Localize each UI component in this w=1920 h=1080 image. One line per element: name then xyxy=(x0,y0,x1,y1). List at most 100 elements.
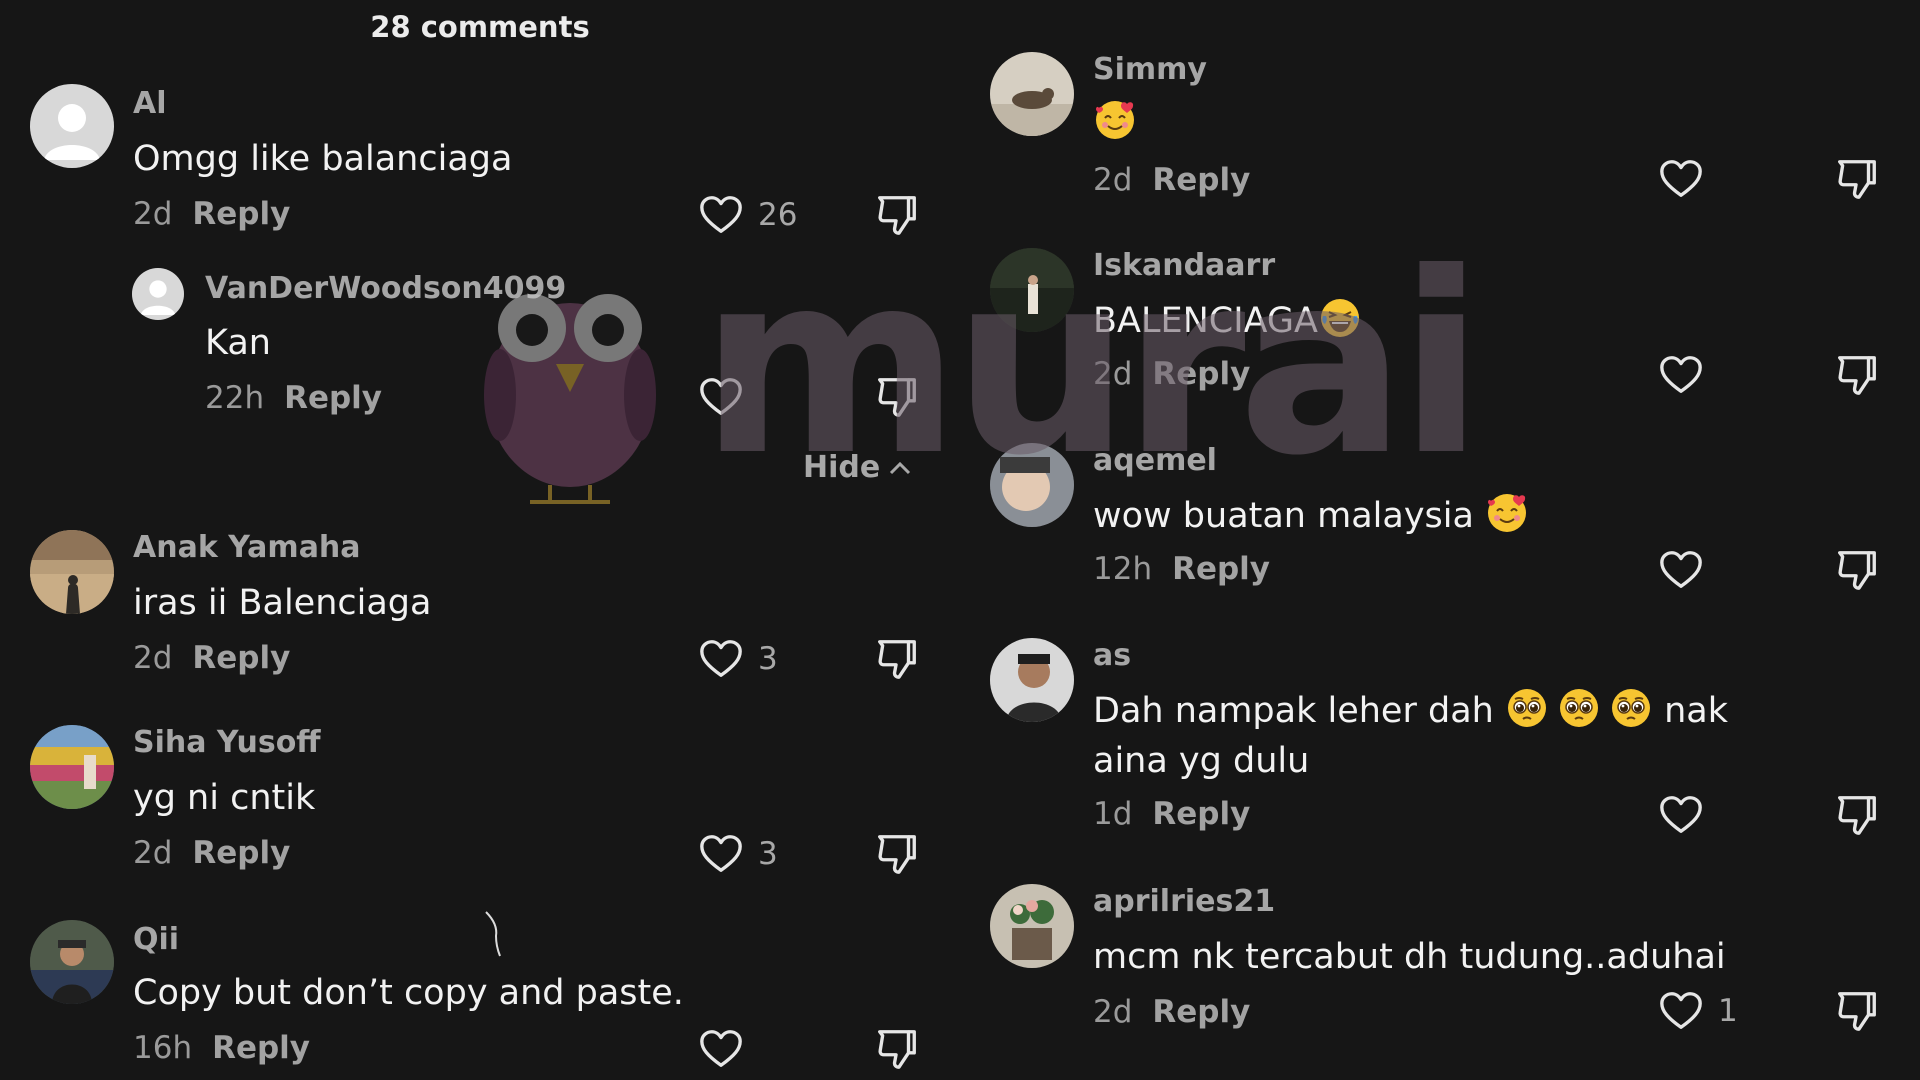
dislike-button[interactable] xyxy=(874,831,920,881)
like-button[interactable]: 3 xyxy=(698,831,778,877)
person-photo-avatar xyxy=(30,920,114,1004)
comment-meta: 2d Reply xyxy=(1093,356,1250,392)
dislike-button[interactable] xyxy=(874,1026,920,1076)
thumbs-down-icon xyxy=(1834,988,1880,1034)
like-button[interactable] xyxy=(698,1026,744,1072)
comment-username[interactable]: Simmy xyxy=(1093,52,1207,87)
comments-column-right: Simmy 2d Reply Iskandaarr BALENCIAGA 2d Re… xyxy=(960,0,1920,1080)
flowers-photo-avatar xyxy=(990,884,1074,968)
like-button[interactable] xyxy=(1658,547,1704,593)
avatar[interactable] xyxy=(30,530,114,614)
comment-text-mid: nak xyxy=(1652,691,1728,731)
comment-age: 1d xyxy=(1093,796,1133,832)
comment-username[interactable]: Siha Yusoff xyxy=(133,725,321,760)
comment-meta: 2d Reply xyxy=(133,835,290,871)
comment-text: Copy but don’t copy and paste. xyxy=(133,973,684,1013)
like-button[interactable]: 26 xyxy=(698,192,797,238)
like-button[interactable] xyxy=(1658,156,1704,202)
avatar[interactable] xyxy=(990,443,1074,527)
comment-meta: 2d Reply xyxy=(133,640,290,676)
hide-label: Hide xyxy=(803,450,881,485)
comment-age: 2d xyxy=(133,640,173,676)
face-with-tears-of-joy-icon xyxy=(1318,296,1362,340)
comment-username[interactable]: aqemel xyxy=(1093,443,1217,478)
like-button[interactable] xyxy=(698,374,744,420)
avatar[interactable] xyxy=(30,920,114,1004)
reply-button[interactable]: Reply xyxy=(192,835,290,871)
comment-meta: 22h Reply xyxy=(205,380,382,416)
avatar[interactable] xyxy=(30,725,114,809)
heart-outline-icon xyxy=(1658,352,1704,398)
comment-age: 2d xyxy=(133,835,173,871)
heart-outline-icon xyxy=(698,192,744,238)
comment-meta: 2d Reply xyxy=(1093,994,1250,1030)
comment-meta: 2d Reply xyxy=(1093,162,1250,198)
comment-text: Dah nampak leher dah nak aina yg dulu xyxy=(1093,686,1813,786)
avatar[interactable] xyxy=(30,84,114,168)
thumbs-down-icon xyxy=(1834,352,1880,398)
chevron-up-icon xyxy=(890,461,911,474)
comment-age: 2d xyxy=(1093,162,1133,198)
reply-button[interactable]: Reply xyxy=(1152,994,1250,1030)
cursor-stroke-mark xyxy=(485,911,501,957)
colorful-photo-avatar xyxy=(30,725,114,809)
dislike-button[interactable] xyxy=(1834,156,1880,206)
dislike-button[interactable] xyxy=(1834,792,1880,842)
hide-replies-button[interactable]: Hide xyxy=(803,450,914,485)
dislike-button[interactable] xyxy=(1834,547,1880,597)
thumbs-down-icon xyxy=(874,1026,920,1072)
selfie-photo-avatar xyxy=(990,638,1074,722)
comment-text-content: BALENCIAGA xyxy=(1093,301,1318,341)
comment-username[interactable]: Al xyxy=(133,86,167,121)
dislike-button[interactable] xyxy=(1834,352,1880,402)
like-count: 3 xyxy=(758,641,778,677)
reply-button[interactable]: Reply xyxy=(212,1030,310,1066)
default-avatar-icon xyxy=(132,268,184,320)
reply-button[interactable]: Reply xyxy=(192,640,290,676)
reply-button[interactable]: Reply xyxy=(1172,551,1270,587)
comments-count-title: 28 comments xyxy=(370,10,590,44)
dislike-button[interactable] xyxy=(874,636,920,686)
comment-text: yg ni cntik xyxy=(133,778,316,818)
smiling-face-with-hearts-icon xyxy=(1485,491,1529,535)
like-button[interactable]: 3 xyxy=(698,636,778,682)
reply-button[interactable]: Reply xyxy=(1152,796,1250,832)
thumbs-down-icon xyxy=(874,831,920,877)
avatar[interactable] xyxy=(990,248,1074,332)
comment-text: Kan xyxy=(205,323,271,363)
reply-button[interactable]: Reply xyxy=(284,380,382,416)
beach-photo-avatar xyxy=(30,530,114,614)
comment-username[interactable]: aprilries21 xyxy=(1093,884,1275,919)
comment-username[interactable]: as xyxy=(1093,638,1131,673)
like-button[interactable] xyxy=(1658,352,1704,398)
avatar[interactable] xyxy=(132,268,184,320)
heart-outline-icon xyxy=(698,1026,744,1072)
comment-username[interactable]: Qii xyxy=(133,922,179,957)
avatar[interactable] xyxy=(990,884,1074,968)
comment-age: 2d xyxy=(1093,994,1133,1030)
avatar[interactable] xyxy=(990,52,1074,136)
comment-age: 12h xyxy=(1093,551,1153,587)
heart-outline-icon xyxy=(698,831,744,877)
heart-outline-icon xyxy=(1658,156,1704,202)
avatar[interactable] xyxy=(990,638,1074,722)
default-avatar-icon xyxy=(30,84,114,168)
thumbs-down-icon xyxy=(874,192,920,238)
comment-text-content: wow buatan malaysia xyxy=(1093,496,1486,536)
dislike-button[interactable] xyxy=(874,374,920,424)
comment-age: 16h xyxy=(133,1030,193,1066)
comment-username[interactable]: Iskandaarr xyxy=(1093,248,1275,283)
dark-photo-avatar xyxy=(990,248,1074,332)
like-count: 26 xyxy=(758,197,798,233)
heart-outline-icon xyxy=(1658,547,1704,593)
reply-button[interactable]: Reply xyxy=(192,196,290,232)
reply-button[interactable]: Reply xyxy=(1152,162,1250,198)
comment-username[interactable]: Anak Yamaha xyxy=(133,530,361,565)
comment-age: 22h xyxy=(205,380,265,416)
like-button[interactable]: 1 xyxy=(1658,988,1738,1034)
dislike-button[interactable] xyxy=(1834,988,1880,1038)
dislike-button[interactable] xyxy=(874,192,920,242)
like-button[interactable] xyxy=(1658,792,1704,838)
reply-button[interactable]: Reply xyxy=(1152,356,1250,392)
comment-username[interactable]: VanDerWoodson4099 xyxy=(205,271,566,306)
